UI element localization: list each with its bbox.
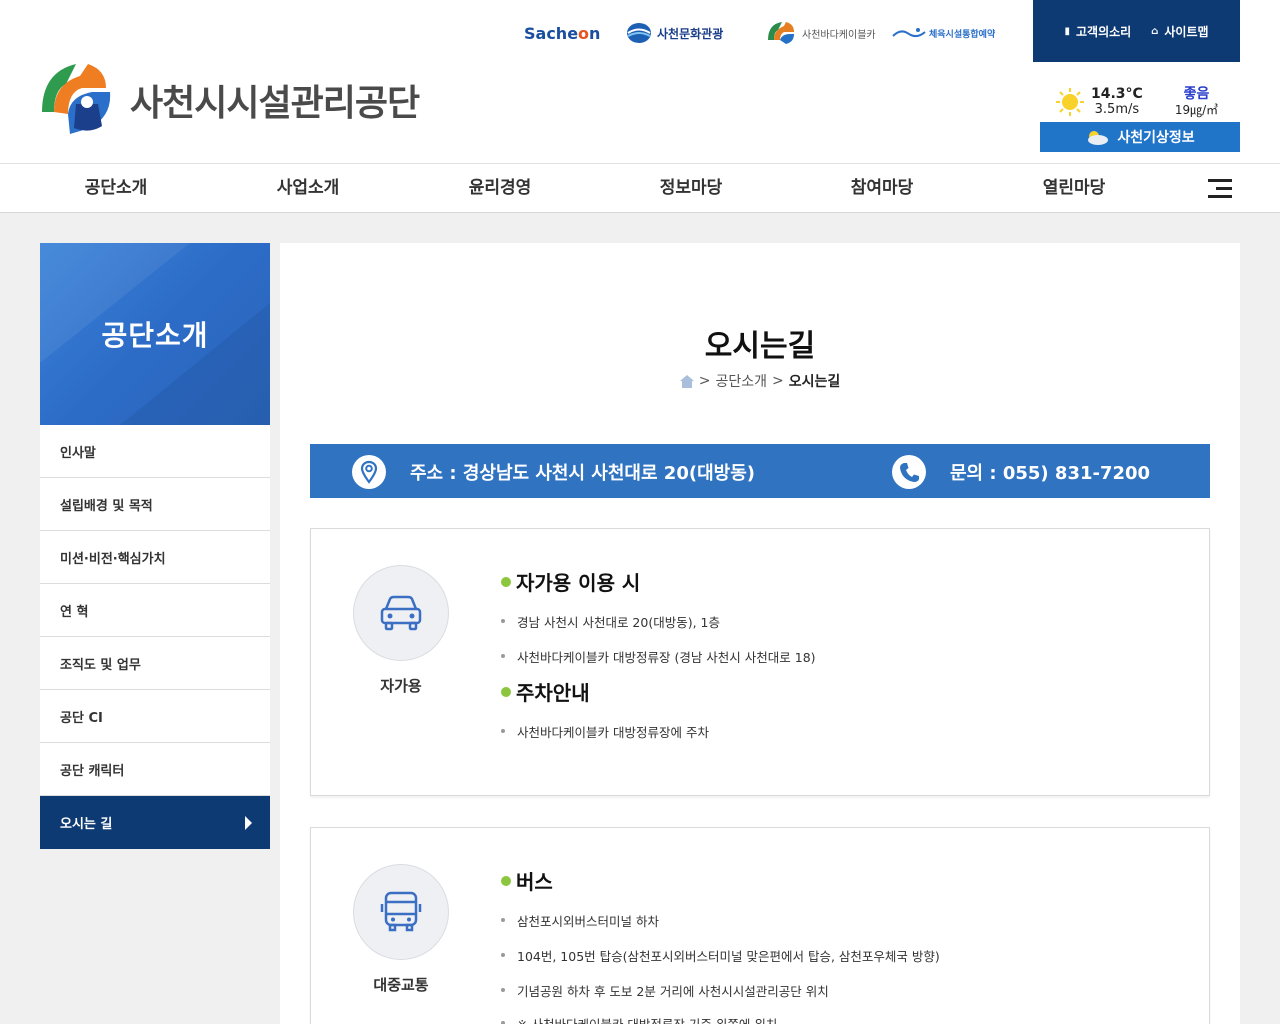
list-item: 104번, 105번 탑승(삼천포시외버스터미널 맞은편에서 탑승, 삼천포우체… [501, 946, 940, 965]
temperature: 14.3°C [1091, 86, 1143, 102]
side-title: 공단소개 [101, 319, 209, 352]
sports-reservation-link[interactable]: 체육시설통합예약 [892, 18, 995, 48]
card-label: 자가용 [380, 677, 422, 695]
culture-tourism-link[interactable]: 사천문화관광 [626, 18, 723, 48]
list-item: ※ 사천바다케이블카 대방정류장 기준 왼쪽에 위치 [501, 1014, 777, 1024]
utility-menu: ▮ 고객의소리 ⌂ 사이트맵 [1033, 0, 1240, 62]
document-icon: ▮ [1064, 25, 1070, 37]
list-item: 경남 사천시 사천대로 20(대방동), 1층 [501, 612, 720, 631]
air-quality-block: 좋음 19㎍/㎥ [1175, 86, 1218, 118]
side-item-directions[interactable]: 오시는 길 [40, 796, 270, 849]
address-text: 주소 : 경상남도 사천시 사천대로 20(대방동) [410, 463, 755, 484]
section-title-text: 버스 [516, 870, 553, 894]
menu-icon[interactable] [1208, 179, 1232, 199]
nav-ethics[interactable]: 윤리경영 [430, 164, 570, 212]
section-title: 주차안내 [501, 677, 590, 706]
nav-business-intro[interactable]: 사업소개 [238, 164, 378, 212]
nav-participation[interactable]: 참여마당 [812, 164, 952, 212]
list-item: 삼천포시외버스터미널 하차 [501, 911, 659, 930]
list-item: 기념공원 하차 후 도보 2분 거리에 사천시시설관리공단 위치 [501, 981, 829, 1000]
breadcrumb-parent[interactable]: 공단소개 [715, 371, 767, 391]
main-content: 오시는길 > 공단소개 > 오시는길 주소 : 경상남도 사천시 사천대로 20… [280, 243, 1240, 1024]
site-logo[interactable]: 사천시시설관리공단 [40, 62, 420, 138]
section-title: 버스 [501, 866, 553, 895]
sitemap-label: 사이트맵 [1164, 24, 1209, 39]
site-header: Sacheon 사천문화관광 사천바다케이블카 체육시설통합예약 ▮ 고객의소리… [0, 0, 1280, 163]
culture-tourism-label: 사천문화관광 [657, 26, 724, 41]
partner-links: Sacheon 사천문화관광 사천바다케이블카 체육시설통합예약 ▮ 고객의소리… [0, 0, 1280, 62]
breadcrumb-current: 오시는길 [788, 374, 841, 390]
side-item-organization[interactable]: 조직도 및 업무 [40, 637, 270, 690]
list-item: 사천바다케이블카 대방정류장에 주차 [501, 722, 709, 741]
side-item-ci[interactable]: 공단 CI [40, 690, 270, 743]
weather-info-label: 사천기상정보 [1117, 129, 1195, 145]
side-item-directions-label: 오시는 길 [60, 817, 113, 832]
section-title: 자가용 이용 시 [501, 567, 640, 596]
car-directions-card: 자가용 자가용 이용 시 경남 사천시 사천대로 20(대방동), 1층 사천바… [310, 528, 1210, 796]
breadcrumb-separator: > [772, 373, 784, 389]
weather-widget: 14.3°C 3.5m/s 좋음 19㎍/㎥ 사천기상정보 [1040, 84, 1240, 152]
cablecar-link[interactable]: 사천바다케이블카 [764, 18, 876, 48]
side-title-panel: 공단소개 [40, 243, 270, 425]
air-quality-status: 좋음 [1183, 86, 1210, 102]
sacheon-logo-text: Sacheon [524, 23, 601, 43]
contact-bar: 주소 : 경상남도 사천시 사천대로 20(대방동) 문의 : 055) 831… [310, 444, 1210, 498]
nav-information[interactable]: 정보마당 [621, 164, 761, 212]
temperature-block: 14.3°C 3.5m/s [1091, 86, 1143, 118]
section-title-text: 주차안내 [516, 681, 590, 705]
bus-icon [353, 864, 449, 960]
wind-speed: 3.5m/s [1094, 102, 1140, 117]
main-navigation: 공단소개 사업소개 윤리경영 정보마당 참여마당 열린마당 [0, 163, 1280, 213]
culture-tourism-icon [627, 23, 651, 43]
customer-voice-link[interactable]: ▮ 고객의소리 [1064, 23, 1131, 40]
customer-voice-label: 고객의소리 [1075, 24, 1132, 39]
cablecar-logo-icon [768, 22, 794, 44]
corporation-logo-icon [42, 64, 111, 134]
sun-icon [1056, 88, 1084, 116]
swimmer-icon [892, 28, 926, 38]
home-icon[interactable] [679, 374, 694, 388]
nav-corporation-intro[interactable]: 공단소개 [46, 164, 186, 212]
location-pin-icon [352, 455, 386, 489]
card-label: 대중교통 [373, 976, 429, 994]
side-item-mission[interactable]: 미션·비전·핵심가치 [40, 531, 270, 584]
sitemap-link[interactable]: ⌂ 사이트맵 [1151, 23, 1208, 40]
sacheon-city-link[interactable]: Sacheon [524, 18, 600, 48]
list-item: 사천바다케이블카 대방정류장 (경남 사천시 사천대로 18) [501, 647, 816, 666]
page-title: 오시는길 [704, 329, 816, 364]
phone-icon [892, 455, 926, 489]
breadcrumb-separator: > [698, 373, 711, 389]
home-icon: ⌂ [1151, 25, 1159, 37]
weather-info-button[interactable]: 사천기상정보 [1040, 122, 1240, 152]
phone-text[interactable]: 문의 : 055) 831-7200 [950, 459, 1150, 485]
bullet-dot [501, 576, 511, 587]
side-item-history[interactable]: 연 혁 [40, 584, 270, 637]
car-icon [353, 565, 449, 661]
section-title-text: 자가용 이용 시 [516, 571, 641, 595]
side-menu: 인사말 설립배경 및 목적 미션·비전·핵심가치 연 혁 조직도 및 업무 공단… [40, 425, 270, 849]
nav-open-forum[interactable]: 열린마당 [1004, 164, 1144, 212]
side-item-greeting[interactable]: 인사말 [40, 425, 270, 478]
side-item-background[interactable]: 설립배경 및 목적 [40, 478, 270, 531]
sports-reservation-label: 체육시설통합예약 [929, 29, 996, 40]
logo-text: 사천시시설관리공단 [130, 83, 420, 124]
public-transport-card: 대중교통 버스 삼천포시외버스터미널 하차 104번, 105번 탑승(삼천포시… [310, 827, 1210, 1024]
air-quality-value: 19㎍/㎥ [1174, 103, 1219, 117]
bullet-dot [501, 875, 511, 886]
cablecar-label: 사천바다케이블카 [802, 29, 876, 41]
bullet-dot [501, 686, 511, 697]
cloud-icon [1088, 131, 1109, 145]
side-item-character[interactable]: 공단 캐릭터 [40, 743, 270, 796]
breadcrumb: > 공단소개 > 오시는길 [280, 371, 1240, 391]
arrow-right-icon [245, 816, 252, 830]
